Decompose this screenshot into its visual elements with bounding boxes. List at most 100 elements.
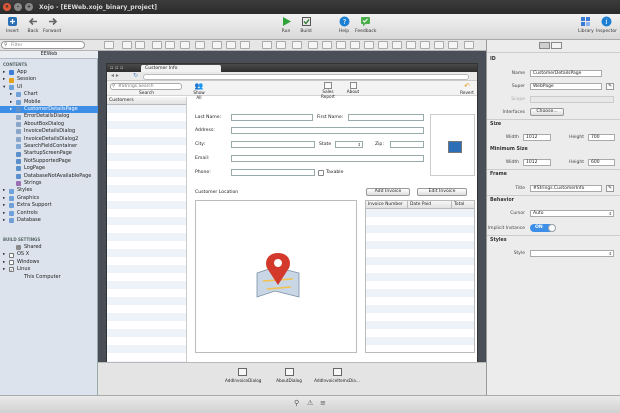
library-button[interactable]: Library (578, 15, 594, 34)
navigator-item[interactable]: ▸ Database (0, 217, 98, 224)
taxable-checkbox[interactable] (318, 170, 324, 176)
phone-field[interactable] (231, 169, 315, 176)
navigator-item[interactable]: ▸ Styles (0, 187, 98, 194)
inspector-properties-tab[interactable] (539, 42, 550, 49)
layout-tool-22[interactable] (420, 41, 430, 49)
layout-tool-12[interactable] (276, 41, 286, 49)
warning-icon[interactable]: ⚠ (307, 399, 313, 407)
layout-tool-25[interactable] (464, 41, 474, 49)
title-field[interactable]: #Strings.CustomerInfo (530, 185, 602, 192)
layout-tool-3[interactable] (135, 41, 145, 49)
navigator-item[interactable]: ErrorDetailsDialog (0, 113, 98, 120)
tray-item-add-invoice-dialog[interactable]: AddInvoiceDialog (225, 368, 261, 383)
state-popup[interactable]: ⇕ (335, 141, 363, 148)
forward-button[interactable]: Forward (43, 15, 61, 34)
layout-tool-21[interactable] (406, 41, 416, 49)
layout-tool-17[interactable] (350, 41, 360, 49)
layout-tool-14[interactable] (308, 41, 318, 49)
min-height-field[interactable]: 600 (588, 159, 615, 166)
layout-tool-15[interactable] (322, 41, 332, 49)
width-field[interactable]: 1012 (523, 134, 551, 141)
pencil-icon[interactable]: ✎ (606, 185, 614, 192)
insert-button[interactable]: Insert (6, 15, 19, 34)
feedback-button[interactable]: Feedback (355, 15, 376, 34)
layout-tool-20[interactable] (392, 41, 402, 49)
min-width-field[interactable]: 1012 (523, 159, 551, 166)
navigator-item[interactable]: SearchFieldContainer (0, 143, 98, 150)
first-name-field[interactable] (348, 114, 424, 121)
help-button[interactable]: ? Help (338, 15, 350, 34)
build-button[interactable]: Build (300, 15, 312, 34)
layout-tool-6[interactable] (180, 41, 190, 49)
navigator-item[interactable]: ▸ Controls (0, 210, 98, 217)
layout-tool-24[interactable] (448, 41, 458, 49)
city-field[interactable] (231, 141, 315, 148)
add-invoice-button[interactable]: Add Invoice (366, 188, 410, 196)
customers-list[interactable]: Customers (107, 97, 187, 363)
zip-field[interactable] (390, 141, 424, 148)
edit-invoice-button[interactable]: Edit Invoice (417, 188, 467, 196)
style-popup[interactable]: ⇕ (530, 250, 614, 257)
navigator-item[interactable]: ▸ Chart (0, 91, 98, 98)
layout-tool-7[interactable] (195, 41, 205, 49)
navigator-item[interactable]: InvoiceDetailsDialog (0, 128, 98, 135)
navigator-item[interactable]: ▸ Graphics (0, 195, 98, 202)
search-icon[interactable]: ⚲ (294, 399, 299, 407)
navigator-item[interactable]: InvoiceDetailsDialog2 (0, 136, 98, 143)
layout-tool-11[interactable] (262, 41, 272, 49)
back-button[interactable]: Back (27, 15, 39, 34)
messages-icon[interactable]: ≡ (320, 399, 326, 407)
build-setting-item[interactable]: ▸ ✓ Linux (0, 266, 98, 273)
maximize-window-button[interactable]: + (25, 3, 33, 11)
email-field[interactable] (231, 155, 424, 162)
column-total[interactable]: Total (452, 201, 474, 208)
layout-tool-2[interactable] (122, 41, 132, 49)
layout-tool-13[interactable] (292, 41, 302, 49)
tray-item-add-invoice-items-dialog[interactable]: AddInvoiceItemsDia... (311, 368, 363, 383)
search-field[interactable]: ⚲ #Strings.Search (110, 83, 182, 90)
navigator-item[interactable]: NotSupportedPage (0, 158, 98, 165)
navigator-item[interactable]: ▸ App (0, 69, 98, 76)
close-window-button[interactable]: × (3, 3, 11, 11)
navigator-filter-field[interactable]: ⚲ Filter (1, 41, 85, 49)
layout-tool-9[interactable] (226, 41, 236, 49)
layout-tool-1[interactable] (104, 41, 114, 49)
invoice-list[interactable]: Invoice Number Date Paid Total (365, 200, 475, 353)
show-all-button[interactable]: 👥 Show All (191, 82, 207, 100)
revert-button[interactable]: ↶ Revert (459, 82, 475, 95)
navigator-item[interactable]: DatabaseNotAvailablePage (0, 173, 98, 180)
build-setting-item[interactable]: Shared (0, 244, 98, 251)
layout-tool-19[interactable] (378, 41, 388, 49)
layout-tool-18[interactable] (364, 41, 374, 49)
column-invoice-number[interactable]: Invoice Number (366, 201, 408, 208)
gear-icon[interactable] (551, 42, 562, 49)
implicit-instance-toggle[interactable]: ON (530, 224, 556, 232)
minimize-window-button[interactable]: – (14, 3, 22, 11)
about-button[interactable]: About (344, 82, 362, 95)
browser-url-field[interactable] (143, 73, 469, 80)
pencil-icon[interactable]: ✎ (606, 83, 614, 90)
inspector-button[interactable]: i Inspector (596, 15, 617, 34)
cursor-popup[interactable]: Auto ⇕ (530, 210, 614, 217)
navigator-item[interactable]: Strings (0, 180, 98, 187)
build-setting-item[interactable]: ▸ Windows (0, 259, 98, 266)
tray-item-about-dialog[interactable]: AboutDialog (273, 368, 305, 383)
navigator-item[interactable]: AboutBoxDialog (0, 121, 98, 128)
navigator-item[interactable]: ▸ CustomerDetailsPage (0, 106, 98, 114)
navigator-item[interactable]: LogPage (0, 165, 98, 172)
layout-tool-23[interactable] (434, 41, 444, 49)
layout-tool-10[interactable] (240, 41, 250, 49)
name-field[interactable]: CustomerDetailsPage (530, 70, 602, 77)
choose-interfaces-button[interactable]: Choose... (530, 108, 564, 116)
navigator-item[interactable]: ▾ UI (0, 84, 98, 91)
navigator-item[interactable]: ▸ Extra Support (0, 202, 98, 209)
navigator-item[interactable]: StartupScreenPage (0, 150, 98, 157)
layout-tool-16[interactable] (336, 41, 346, 49)
navigator-item[interactable]: ▸ Mobile (0, 99, 98, 106)
layout-tool-4[interactable] (152, 41, 162, 49)
layout-tool-5[interactable] (165, 41, 175, 49)
navigator-item[interactable]: ▸ Session (0, 76, 98, 83)
build-setting-item[interactable]: ▸ OS X (0, 251, 98, 258)
run-button[interactable]: Run (280, 15, 292, 34)
super-field[interactable]: WebPage (530, 83, 602, 90)
